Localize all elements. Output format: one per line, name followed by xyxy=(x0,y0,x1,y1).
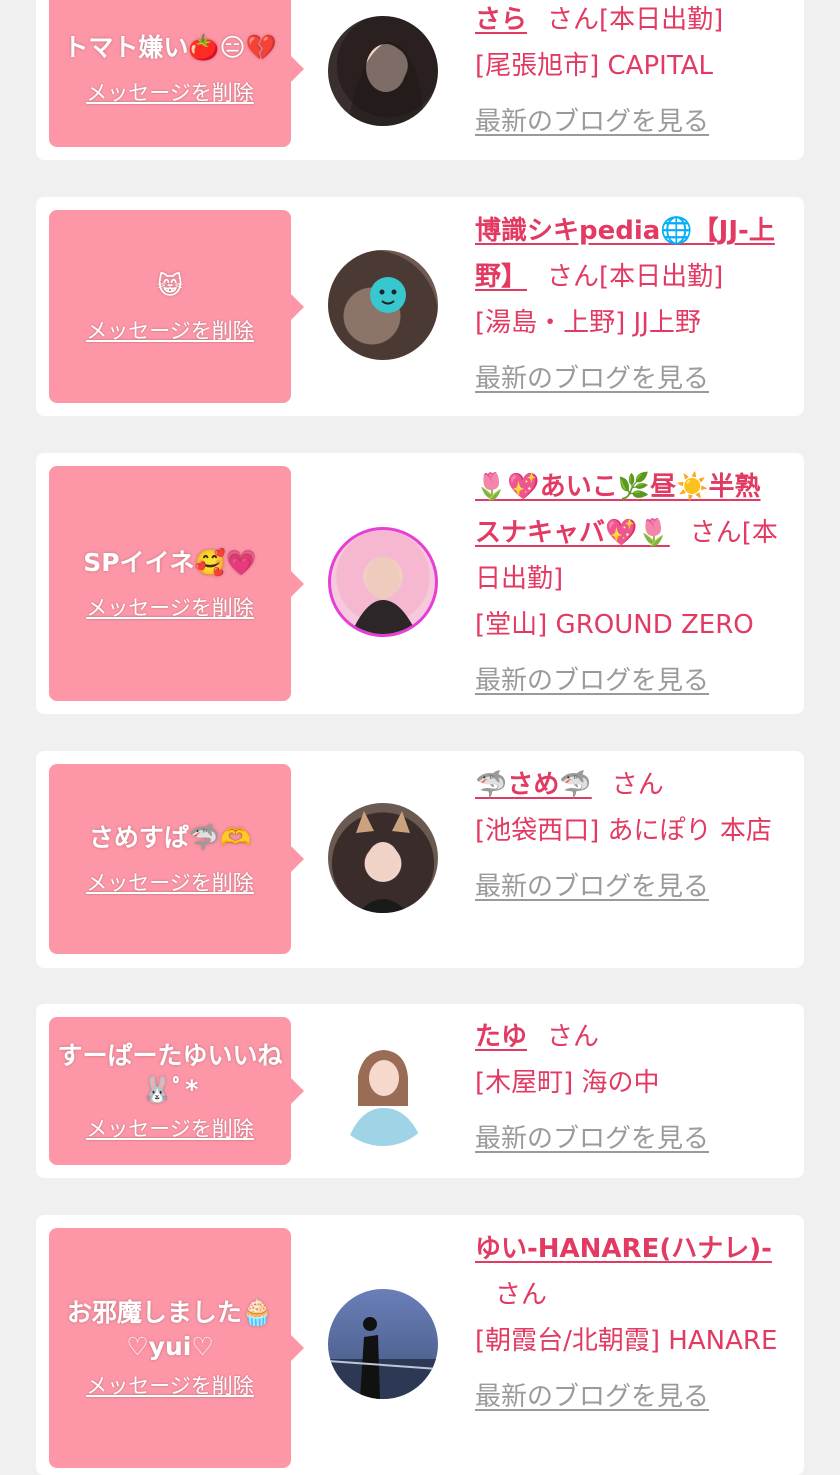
girl-card: SPイイネ🥰💗 メッセージを削除 🌷💖あいこ🌿昼☀️半熟スナキャバ💖🌷 さん[本日… xyxy=(36,453,804,714)
latest-blog-link[interactable]: 最新のブログを見る xyxy=(475,356,781,402)
san-label: さん xyxy=(547,1022,600,1052)
avatar-photo-icon xyxy=(370,277,406,313)
message-text: すーぱーたゆいいね🐰ﾟ* xyxy=(57,1041,283,1104)
delete-message-link[interactable]: メッセージを削除 xyxy=(86,867,254,897)
girl-card: すーぱーたゆいいね🐰ﾟ* メッセージを削除 たゆ さん [木屋町] 海の中 最新の… xyxy=(36,1004,804,1178)
status-label: [本日出勤] xyxy=(599,262,724,292)
latest-blog-link[interactable]: 最新のブログを見る xyxy=(475,1116,781,1162)
avatar-photo-icon xyxy=(356,811,410,913)
message-bubble: トマト嫌い🍅😑💔 メッセージを削除 xyxy=(49,0,304,147)
girl-card: 😸 メッセージを削除 博識シキpedia🌐【JJ-上野】 さん[本日出勤] [湯島… xyxy=(36,197,804,416)
avatar[interactable] xyxy=(328,1036,438,1146)
girl-card: トマト嫌い🍅😑💔 メッセージを削除 さら さん[本日出勤] [尾張旭市] CAPI… xyxy=(36,0,804,160)
shop-area: [池袋西口] あにぽり 本店 xyxy=(475,816,772,846)
latest-blog-link[interactable]: 最新のブログを見る xyxy=(475,1374,781,1420)
shop-area: [湯島・上野] JJ上野 xyxy=(475,308,701,338)
avatar-photo-icon xyxy=(328,1317,438,1399)
san-label: さん xyxy=(495,1280,548,1310)
shop-area: [朝霞台/北朝霞] HANARE xyxy=(475,1326,778,1356)
avatar[interactable] xyxy=(328,16,438,126)
girl-card: さめすぱ🦈🫶 メッセージを削除 🦈さめ🦈 さん [池袋西口] あにぽり 本店 最新… xyxy=(36,751,804,968)
message-text: SPイイネ🥰💗 xyxy=(83,547,257,577)
latest-blog-link[interactable]: 最新のブログを見る xyxy=(475,658,781,704)
shop-area: [木屋町] 海の中 xyxy=(475,1068,660,1098)
shop-area: [尾張旭市] CAPITAL xyxy=(475,51,713,81)
san-label: さん xyxy=(689,518,742,548)
message-bubble: すーぱーたゆいいね🐰ﾟ* メッセージを削除 xyxy=(49,1017,304,1165)
message-text: お邪魔しました🧁♡yui♡ xyxy=(66,1298,274,1361)
avatar[interactable] xyxy=(328,527,438,637)
girl-info: たゆ さん [木屋町] 海の中 最新のブログを見る xyxy=(475,1014,781,1162)
latest-blog-link[interactable]: 最新のブログを見る xyxy=(475,864,781,910)
shop-area: [堂山] GROUND ZERO xyxy=(475,610,754,640)
status-label: [本日出勤] xyxy=(599,5,724,35)
girl-card: お邪魔しました🧁♡yui♡ メッセージを削除 ゆい-HANARE(ハナレ)- さん… xyxy=(36,1215,804,1475)
girl-info: さら さん[本日出勤] [尾張旭市] CAPITAL 最新のブログを見る xyxy=(475,0,781,145)
delete-message-link[interactable]: メッセージを削除 xyxy=(86,1113,254,1143)
san-label: さん xyxy=(547,262,600,292)
girl-name-link[interactable]: さら xyxy=(475,5,527,35)
delete-message-link[interactable]: メッセージを削除 xyxy=(86,77,254,107)
delete-message-link[interactable]: メッセージを削除 xyxy=(86,315,254,345)
message-bubble: SPイイネ🥰💗 メッセージを削除 xyxy=(49,466,304,701)
message-bubble: 😸 メッセージを削除 xyxy=(49,210,304,403)
delete-message-link[interactable]: メッセージを削除 xyxy=(86,592,254,622)
san-label: さん xyxy=(611,770,664,800)
avatar-photo-icon xyxy=(348,41,424,126)
girl-info: 🦈さめ🦈 さん [池袋西口] あにぽり 本店 最新のブログを見る xyxy=(475,762,781,910)
girl-name-link[interactable]: たゆ xyxy=(475,1022,527,1052)
girl-info: 🌷💖あいこ🌿昼☀️半熟スナキャバ💖🌷 さん[本日出勤] [堂山] GROUND Z… xyxy=(475,464,781,704)
girl-info: 博識シキpedia🌐【JJ-上野】 さん[本日出勤] [湯島・上野] JJ上野 最… xyxy=(475,208,781,402)
avatar[interactable] xyxy=(328,1289,438,1399)
san-label: さん xyxy=(547,5,600,35)
message-text: トマト嫌い🍅😑💔 xyxy=(63,32,277,62)
girl-name-link[interactable]: ゆい-HANARE(ハナレ)- xyxy=(475,1234,772,1264)
message-bubble: お邪魔しました🧁♡yui♡ メッセージを削除 xyxy=(49,1228,304,1468)
latest-blog-link[interactable]: 最新のブログを見る xyxy=(475,99,781,145)
avatar[interactable] xyxy=(328,250,438,360)
avatar-photo-icon xyxy=(346,1050,424,1146)
avatar[interactable] xyxy=(328,803,438,913)
message-text: さめすぱ🦈🫶 xyxy=(88,823,252,852)
message-bubble: さめすぱ🦈🫶 メッセージを削除 xyxy=(49,764,304,954)
girl-name-link[interactable]: 🦈さめ🦈 xyxy=(475,770,592,800)
message-text: 😸 xyxy=(156,270,184,300)
girl-info: ゆい-HANARE(ハナレ)- さん [朝霞台/北朝霞] HANARE 最新のブロ… xyxy=(475,1226,781,1420)
avatar-photo-icon xyxy=(351,557,417,634)
delete-message-link[interactable]: メッセージを削除 xyxy=(86,1370,254,1400)
